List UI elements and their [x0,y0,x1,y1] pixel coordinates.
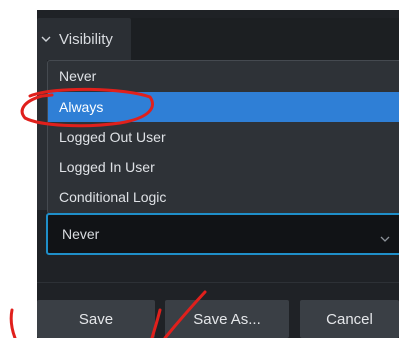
visibility-section-label: Visibility [59,30,113,48]
visibility-select[interactable]: Never [46,213,399,255]
visibility-section-toggle[interactable]: Visibility [37,18,131,60]
footer-divider [37,282,399,283]
panel-left-edge [37,60,47,210]
visibility-dropdown-list[interactable]: Never Always Logged Out User Logged In U… [47,60,399,214]
dropdown-option-always[interactable]: Always [48,92,399,122]
chevron-down-icon [380,230,390,246]
dropdown-option-conditional-logic[interactable]: Conditional Logic [48,182,399,212]
cancel-button[interactable]: Cancel [300,300,399,338]
save-as-button[interactable]: Save As... [165,300,289,338]
save-button[interactable]: Save [37,300,155,338]
chevron-down-icon [41,35,57,43]
dropdown-option-logged-in-user[interactable]: Logged In User [48,152,399,182]
dropdown-option-never[interactable]: Never [48,61,399,92]
dropdown-option-logged-out-user[interactable]: Logged Out User [48,122,399,152]
visibility-select-value: Never [62,226,100,242]
